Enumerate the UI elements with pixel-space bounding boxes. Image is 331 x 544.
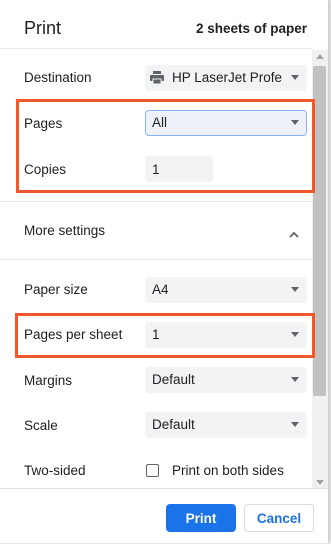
margins-select[interactable]: Default [145, 367, 307, 393]
two-sided-checkbox[interactable] [146, 464, 159, 477]
sheets-summary: 2 sheets of paper [195, 21, 307, 36]
chevron-down-icon [291, 75, 299, 80]
chevron-down-icon [291, 422, 299, 427]
dialog-footer: Print Cancel [0, 488, 328, 543]
printer-icon [149, 71, 165, 88]
pages-label: Pages [24, 116, 63, 131]
dialog-title: Print [24, 18, 62, 38]
chevron-down-icon [291, 120, 299, 125]
pages-value: All [152, 115, 168, 130]
chevron-down-icon [291, 287, 299, 292]
paper-size-select[interactable]: A4 [145, 277, 307, 303]
paper-size-label: Paper size [24, 282, 88, 297]
scroll-down-arrow-icon[interactable] [316, 480, 324, 485]
destination-select[interactable]: HP LaserJet Profe [145, 65, 307, 91]
destination-label: Destination [24, 70, 92, 85]
two-sided-label: Two-sided [24, 463, 86, 478]
chevron-up-icon [289, 225, 299, 243]
chevron-down-icon [291, 332, 299, 337]
two-sided-checkbox-label[interactable]: Print on both sides [172, 463, 284, 478]
destination-value: HP LaserJet Profe [172, 70, 282, 85]
paper-size-value: A4 [152, 282, 169, 297]
scale-value: Default [152, 417, 195, 432]
copies-label: Copies [24, 162, 67, 177]
pages-per-sheet-select[interactable]: 1 [145, 322, 307, 348]
section-divider [0, 259, 312, 260]
pages-per-sheet-value: 1 [152, 327, 160, 342]
scrollbar-thumb[interactable] [313, 66, 326, 396]
margins-label: Margins [24, 373, 73, 388]
pages-per-sheet-label: Pages per sheet [24, 327, 123, 342]
scale-label: Scale [24, 418, 58, 433]
more-settings-toggle[interactable]: More settings [0, 201, 312, 259]
print-button[interactable]: Print [166, 504, 236, 532]
more-settings-label: More settings [24, 223, 106, 238]
copies-input[interactable] [145, 156, 213, 182]
pages-select[interactable]: All [145, 110, 307, 136]
cancel-button[interactable]: Cancel [244, 504, 314, 532]
chevron-down-icon [291, 377, 299, 382]
scale-select[interactable]: Default [145, 412, 307, 438]
scroll-up-arrow-icon[interactable] [316, 54, 324, 59]
print-dialog: Print 2 sheets of paper Destination HP L… [0, 0, 329, 543]
header-divider [0, 48, 312, 49]
margins-value: Default [152, 372, 195, 387]
